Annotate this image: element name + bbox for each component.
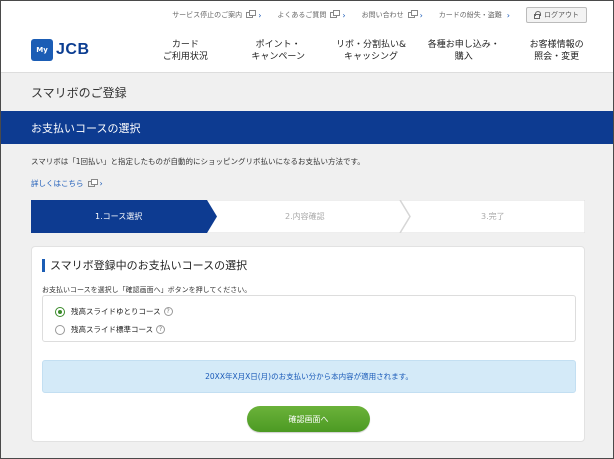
external-link-icon	[87, 178, 98, 187]
course-option-yutori[interactable]: 残高スライドゆとりコース ?	[55, 306, 173, 317]
course-selection-card: スマリボ登録中のお支払いコースの選択 お支払いコースを選択し「確認画面へ」ボタン…	[31, 246, 585, 442]
logo-jcb-text: JCB	[56, 41, 90, 58]
service-notice-link[interactable]: サービス停止のご案内 ›	[172, 10, 261, 20]
course-option-label: 残高スライドゆとりコース	[71, 307, 161, 316]
details-link[interactable]: 詳しくはこちら ›	[31, 178, 103, 189]
nav-points-campaign[interactable]: ポイント・ キャンペーン	[232, 29, 325, 73]
nav-card-usage[interactable]: カード ご利用状況	[139, 29, 232, 73]
help-icon[interactable]: ?	[156, 325, 166, 334]
contact-label: お問い合わせ	[361, 11, 404, 19]
section-title: お支払いコースの選択	[31, 122, 141, 135]
page-title: スマリボのご登録	[31, 86, 127, 100]
global-nav: カード ご利用状況 ポイント・ キャンペーン リボ・分割払い& キャッシング 各…	[139, 29, 603, 73]
logo-my-badge: My	[31, 39, 53, 61]
myjcb-logo[interactable]: My JCB	[31, 39, 90, 61]
faq-label: よくあるご質問	[277, 11, 327, 19]
main-header: My JCB カード ご利用状況 ポイント・ キャンペーン リボ・分割払い& キ…	[1, 29, 613, 73]
lost-card-link[interactable]: カードの紛失・盗難 ›	[439, 10, 510, 20]
section-description: スマリボは「1回払い」と指定したものが自動的にショッピングリボ払いになるお支払い…	[31, 157, 365, 166]
section-header: お支払いコースの選択	[1, 111, 613, 144]
service-notice-label: サービス停止のご案内	[172, 11, 243, 19]
lost-card-label: カードの紛失・盗難	[438, 11, 502, 19]
logout-button[interactable]: ログアウト	[526, 7, 587, 23]
contact-link[interactable]: お問い合わせ ›	[362, 10, 423, 20]
step-2-label: 2.内容確認	[285, 212, 325, 221]
nav-customer-info[interactable]: お客様情報の 照会・変更	[510, 29, 603, 73]
chevron-right-icon: ›	[419, 10, 423, 20]
nav-applications[interactable]: 各種お申し込み・ 購入	[417, 29, 510, 73]
utility-bar: サービス停止のご案内 › よくあるご質問 › お問い合わせ › カードの紛失・盗…	[1, 1, 613, 29]
course-option-standard[interactable]: 残高スライド標準コース ?	[55, 324, 166, 335]
details-link-label: 詳しくはこちら	[31, 179, 84, 188]
external-link-icon	[407, 10, 418, 18]
radio-unselected[interactable]	[55, 324, 65, 335]
card-heading: スマリボ登録中のお支払いコースの選択	[42, 259, 247, 272]
faq-link[interactable]: よくあるご質問 ›	[277, 10, 346, 20]
chevron-right-icon: ›	[342, 10, 346, 20]
confirm-button[interactable]: 確認画面へ	[247, 406, 370, 432]
apply-notice: 20XX年X月X日(月)のお支払い分から本内容が適用されます。	[42, 360, 576, 393]
radio-selected[interactable]	[55, 306, 65, 317]
step-indicator: 1.コース選択 2.内容確認 3.完了	[31, 200, 585, 233]
lock-icon	[534, 10, 541, 19]
card-instruction: お支払いコースを選択し「確認画面へ」ボタンを押してください。	[42, 286, 252, 294]
step-3-label: 3.完了	[481, 212, 505, 221]
step-1-label: 1.コース選択	[95, 212, 143, 221]
help-icon[interactable]: ?	[163, 307, 173, 316]
logout-label: ログアウト	[544, 11, 579, 19]
course-option-label: 残高スライド標準コース	[71, 325, 154, 334]
chevron-right-icon: ›	[258, 10, 262, 20]
page-frame: サービス停止のご案内 › よくあるご質問 › お問い合わせ › カードの紛失・盗…	[0, 0, 614, 459]
chevron-right-icon: ›	[506, 10, 510, 20]
chevron-right-icon: ›	[99, 179, 103, 188]
page-title-bar: スマリボのご登録	[1, 74, 613, 110]
course-radio-group: 残高スライドゆとりコース ? 残高スライド標準コース ?	[42, 295, 576, 342]
external-link-icon	[246, 10, 257, 18]
nav-revolving-cashing[interactable]: リボ・分割払い& キャッシング	[325, 29, 418, 73]
external-link-icon	[330, 10, 341, 18]
